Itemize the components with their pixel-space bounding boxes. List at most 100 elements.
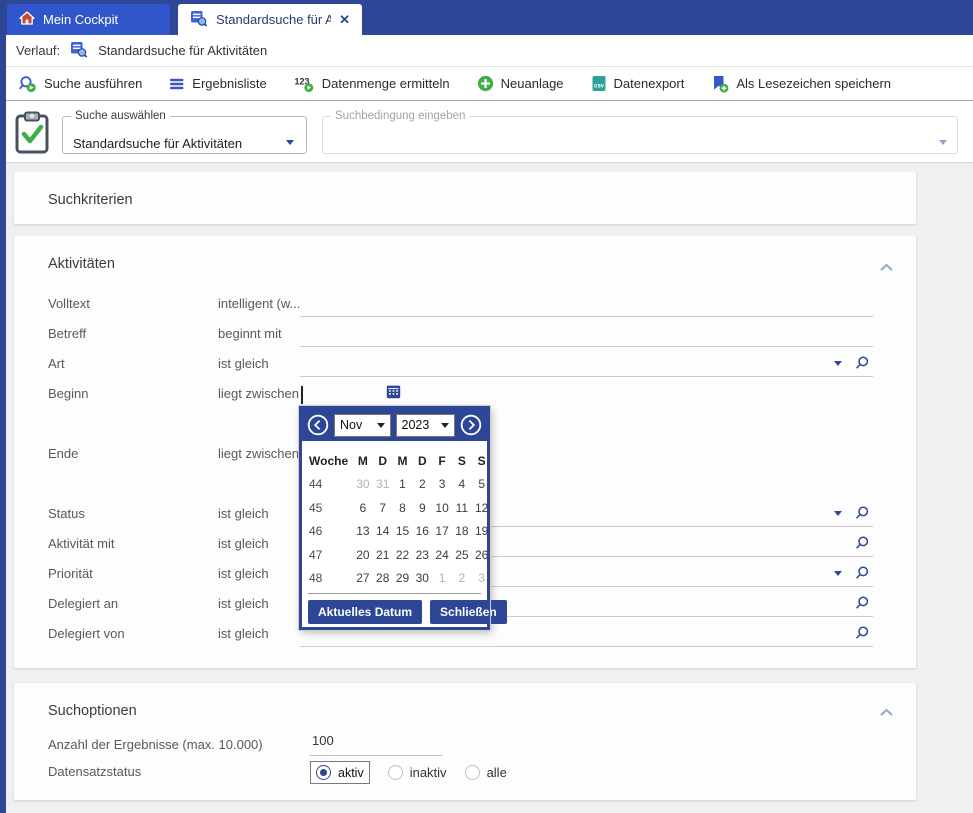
radio-aktiv[interactable]: aktiv	[310, 761, 370, 784]
day-cell[interactable]: 19	[472, 520, 492, 544]
day-cell[interactable]: 7	[373, 496, 393, 520]
toolbar-button-label: Suche ausführen	[44, 76, 142, 91]
suchoptionen-card: Suchoptionen Anzahl der Ergebnisse (max.…	[14, 683, 916, 800]
toolbar-button-label: Datenexport	[614, 76, 685, 91]
toolbar-button-lesezeichen-speichern[interactable]: Als Lesezeichen speichern	[711, 75, 891, 93]
app-window: Mein Cockpit Standardsuche für A... ✕ Ve…	[0, 0, 973, 813]
day-cell[interactable]: 17	[432, 520, 452, 544]
week-number[interactable]: 48	[309, 567, 353, 591]
magnifier-icon[interactable]	[854, 565, 870, 584]
magnifier-icon[interactable]	[854, 595, 870, 614]
day-cell[interactable]: 14	[373, 520, 393, 544]
history-item[interactable]: Standardsuche für Aktivitäten	[98, 43, 267, 58]
day-cell[interactable]: 8	[393, 496, 413, 520]
radio-circle-icon[interactable]	[388, 765, 403, 780]
day-cell[interactable]: 9	[412, 496, 432, 520]
value-input[interactable]	[300, 293, 873, 317]
day-cell[interactable]: 11	[452, 496, 472, 520]
day-cell[interactable]: 24	[432, 543, 452, 567]
toolbar-button-suche-ausfuehren[interactable]: Suche ausführen	[18, 75, 142, 93]
day-cell[interactable]: 1	[393, 473, 413, 497]
day-cell[interactable]: 20	[353, 543, 373, 567]
chevron-down-icon[interactable]	[834, 511, 842, 520]
toolbar-button-datenmenge-ermitteln[interactable]: 123Datenmenge ermitteln	[294, 75, 450, 93]
next-month-icon[interactable]	[460, 414, 482, 436]
day-cell[interactable]: 28	[373, 567, 393, 591]
day-cell[interactable]: 3	[472, 567, 492, 591]
operator-label: liegt zwischen	[218, 446, 299, 461]
clipboard-check-icon	[14, 110, 50, 158]
day-cell[interactable]: 23	[412, 543, 432, 567]
day-cell[interactable]: 2	[452, 567, 472, 591]
day-cell[interactable]: 10	[432, 496, 452, 520]
day-cell[interactable]: 1	[432, 567, 452, 591]
day-cell[interactable]: 15	[393, 520, 413, 544]
day-cell[interactable]: 29	[393, 567, 413, 591]
tab-mein-cockpit[interactable]: Mein Cockpit	[7, 4, 170, 35]
day-cell[interactable]: 25	[452, 543, 472, 567]
chevron-down-icon[interactable]	[834, 571, 842, 580]
magnifier-icon[interactable]	[854, 535, 870, 554]
day-cell[interactable]: 26	[472, 543, 492, 567]
day-cell[interactable]: 27	[353, 567, 373, 591]
prev-month-icon[interactable]	[307, 414, 329, 436]
week-number[interactable]: 47	[309, 543, 353, 567]
tab-standardsuche[interactable]: Standardsuche für A... ✕	[178, 4, 362, 35]
record-status-radios: aktiv inaktiv alle	[310, 761, 507, 784]
radio-circle-icon[interactable]	[316, 765, 331, 780]
current-date-button[interactable]: Aktuelles Datum	[308, 600, 422, 624]
week-number[interactable]: 44	[309, 473, 353, 497]
day-cell[interactable]: 30	[353, 473, 373, 497]
day-cell[interactable]: 5	[472, 473, 492, 497]
chevron-down-icon[interactable]	[286, 140, 294, 149]
radio-inaktiv[interactable]: inaktiv	[388, 765, 447, 780]
month-value: Nov	[340, 418, 362, 432]
radio-alle[interactable]: alle	[465, 765, 507, 780]
operator-label: ist gleich	[218, 566, 269, 581]
day-cell[interactable]: 22	[393, 543, 413, 567]
chevron-down-icon[interactable]	[834, 361, 842, 370]
search-select-dropdown[interactable]: Suche auswählen Standardsuche für Aktivi…	[62, 110, 307, 154]
field-label: Status	[48, 506, 85, 521]
collapse-chevron-up-icon[interactable]	[879, 705, 894, 720]
operator-label: ist gleich	[218, 536, 269, 551]
value-input[interactable]	[300, 383, 380, 407]
day-cell[interactable]: 16	[412, 520, 432, 544]
day-cell[interactable]: 18	[452, 520, 472, 544]
day-cell[interactable]: 21	[373, 543, 393, 567]
magnifier-icon[interactable]	[854, 625, 870, 644]
week-number[interactable]: 45	[309, 496, 353, 520]
calendar-grid: WocheMDMDFSS4430311234545678910111246131…	[302, 441, 487, 590]
day-cell[interactable]: 6	[353, 496, 373, 520]
magnifier-icon[interactable]	[854, 355, 870, 374]
calendar-buttons: Aktuelles Datum Schließen	[302, 594, 487, 630]
close-icon[interactable]: ✕	[339, 13, 350, 26]
day-cell[interactable]: 3	[432, 473, 452, 497]
day-cell[interactable]: 4	[452, 473, 472, 497]
toolbar-button-ergebnisliste[interactable]: Ergebnisliste	[169, 76, 266, 91]
magnifier-icon[interactable]	[854, 505, 870, 524]
year-select[interactable]: 2023	[396, 414, 455, 437]
day-cell[interactable]: 31	[373, 473, 393, 497]
calendar-icon[interactable]	[386, 384, 401, 402]
calendar-header: Nov 2023	[302, 409, 487, 441]
week-number[interactable]: 46	[309, 520, 353, 544]
close-button[interactable]: Schließen	[430, 600, 507, 624]
day-cell[interactable]: 12	[472, 496, 492, 520]
collapse-chevron-up-icon[interactable]	[879, 260, 894, 275]
toolbar-button-label: Datenmenge ermitteln	[322, 76, 450, 91]
history-row: Verlauf: Standardsuche für Aktivitäten	[16, 35, 267, 66]
day-cell[interactable]: 13	[353, 520, 373, 544]
month-select[interactable]: Nov	[334, 414, 391, 437]
left-edge-strip	[0, 35, 6, 813]
day-cell[interactable]: 30	[412, 567, 432, 591]
chevron-down-icon	[939, 140, 947, 149]
radio-circle-icon[interactable]	[465, 765, 480, 780]
value-input[interactable]	[300, 323, 873, 347]
results-count-input[interactable]: 100	[310, 733, 442, 756]
toolbar-button-neuanlage[interactable]: Neuanlage	[477, 75, 564, 92]
value-input[interactable]	[300, 353, 873, 377]
toolbar-button-datenexport[interactable]: csvDatenexport	[591, 75, 685, 92]
tab-bar: Mein Cockpit Standardsuche für A... ✕	[0, 0, 973, 35]
day-cell[interactable]: 2	[412, 473, 432, 497]
